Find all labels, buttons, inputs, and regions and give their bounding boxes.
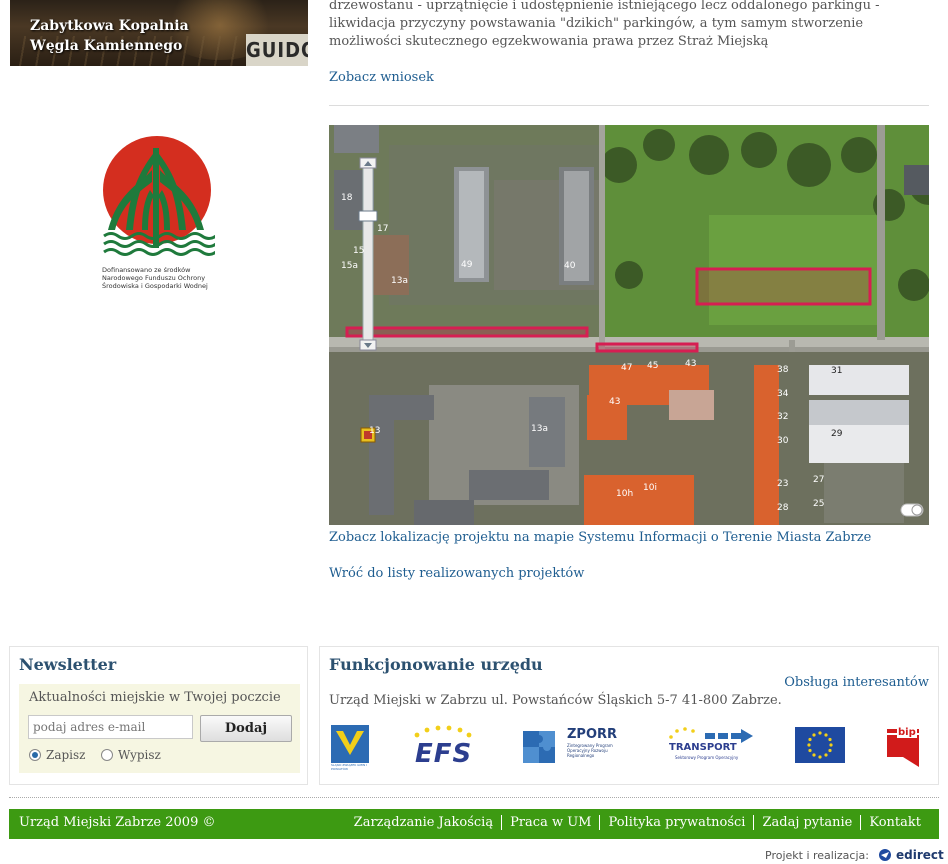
zporr-text: ZPORR [567, 727, 618, 742]
silesia-caption: ŚLĄSKI ZWIĄZEK GMIN I POWIATÓW [331, 763, 368, 771]
banner-title: Zabytkowa Kopalnia Węgla Kamiennego [30, 18, 189, 54]
transport-caption: Sektorowy Program Operacyjny [675, 755, 739, 760]
map-label: 10i [643, 483, 657, 493]
map-label: 45 [647, 361, 659, 371]
footer-menu: Zarządzanie Jakością Praca w UM Polityka… [346, 815, 929, 830]
map-label: 43 [609, 397, 621, 407]
newsletter-submit-button[interactable]: Dodaj [200, 715, 292, 742]
footer-link-contact[interactable]: Kontakt [860, 815, 929, 830]
content-divider [329, 105, 929, 106]
partner-logos: ŚLĄSKI ZWIĄZEK GMIN I POWIATÓW EFS ZPORR… [329, 725, 929, 773]
transport-logo[interactable]: TRANSPORT Sektorowy Program Operacyjny [665, 725, 757, 771]
map-label: 47 [621, 363, 633, 373]
map-label: 17 [377, 224, 389, 234]
zporr-logo[interactable]: ZPORR Zintegrowany Program Operacyjny Ro… [521, 725, 621, 771]
footer-link-ask[interactable]: Zadaj pytanie [753, 815, 860, 830]
radio-unselected-icon [101, 749, 113, 761]
newsletter-form: Aktualności miejskie w Twojej poczcie Do… [19, 684, 300, 773]
credit-label: Projekt i realizacja: [765, 848, 869, 862]
map-label: 10h [616, 489, 634, 499]
office-address: Urząd Miejski w Zabrzu ul. Powstańców Śl… [329, 693, 782, 708]
credit: Projekt i realizacja: edirect [765, 848, 944, 862]
unsubscribe-label: Wypisz [118, 748, 161, 762]
copyright: Urząd Miejski Zabrze 2009 © [19, 815, 216, 830]
back-to-projects-link[interactable]: Wróć do listy realizowanych projektów [329, 566, 584, 581]
guido-banner[interactable]: Zabytkowa Kopalnia Węgla Kamiennego GUID… [10, 0, 308, 66]
newsletter-description: Aktualności miejskie w Twojej poczcie [29, 690, 281, 705]
see-request-link[interactable]: Zobacz wniosek [329, 70, 434, 85]
map-label: 15a [341, 261, 358, 271]
map-label: 13a [391, 276, 408, 286]
map-label: 38 [777, 365, 789, 375]
zporr-caption: Zintegrowany Program Operacyjny Rozwoju … [567, 743, 613, 758]
map-label: 34 [777, 389, 789, 399]
bip-text: bip [897, 727, 917, 738]
map-label: 40 [564, 261, 576, 271]
map-label: 13a [531, 424, 548, 434]
map-label: 31 [831, 366, 843, 376]
office-box: Funkcjonowanie urzędu Obsługa interesant… [319, 646, 939, 785]
unsubscribe-radio[interactable]: Wypisz [101, 748, 161, 762]
map-label: 13 [369, 426, 381, 436]
map-label: 25 [813, 499, 825, 509]
project-map[interactable]: 18 17 15 15a 13a 49 40 47 45 43 13 38 34… [329, 125, 929, 525]
map-label: 49 [461, 260, 473, 270]
email-field[interactable] [28, 715, 193, 739]
puzzle-icon [523, 731, 555, 763]
eu-stars-icon [414, 725, 472, 738]
eu-flag-icon [807, 731, 833, 759]
map-label: 29 [831, 429, 843, 439]
map-label: 43 [685, 359, 697, 369]
bip-logo[interactable]: bip [883, 725, 921, 771]
edirect-text: edirect [895, 848, 944, 862]
silesia-logo[interactable]: ŚLĄSKI ZWIĄZEK GMIN I POWIATÓW [331, 725, 369, 771]
map-location-link[interactable]: Zobacz lokalizację projektu na mapie Sys… [329, 530, 871, 545]
subscribe-label: Zapisz [46, 748, 86, 762]
edirect-icon [878, 849, 891, 861]
transport-text: TRANSPORT [669, 742, 737, 753]
guido-logo: GUIDO [246, 34, 308, 66]
office-title: Funkcjonowanie urzędu [329, 655, 543, 674]
map-label: 32 [777, 412, 789, 422]
efs-logo[interactable]: EFS [411, 725, 475, 771]
efs-text: EFS [415, 739, 473, 769]
radio-selected-icon [29, 749, 41, 761]
map-label: 27 [813, 475, 825, 485]
aerial-map-image [329, 125, 929, 525]
nfos-emblem-icon [103, 136, 217, 256]
subscribe-radio[interactable]: Zapisz [29, 748, 86, 762]
footer-link-privacy[interactable]: Polityka prywatności [599, 815, 753, 830]
map-label: 18 [341, 193, 353, 203]
map-label: 15 [353, 246, 365, 256]
customer-service-link[interactable]: Obsługa interesantów [784, 675, 929, 690]
nfos-caption: Dofinansowano ze środków Narodowego Fund… [102, 266, 208, 290]
map-label: 30 [777, 436, 789, 446]
map-label: 28 [777, 503, 789, 513]
footer-link-jobs[interactable]: Praca w UM [501, 815, 599, 830]
edirect-logo[interactable]: edirect [877, 848, 944, 862]
footer-link-quality[interactable]: Zarządzanie Jakością [346, 815, 501, 830]
newsletter-title: Newsletter [19, 655, 117, 674]
footer-separator [9, 797, 939, 798]
project-description: drzewostanu - uprzątnięcie i udostępnien… [329, 0, 880, 49]
newsletter-box: Newsletter Aktualności miejskie w Twojej… [9, 646, 308, 785]
map-label: 23 [777, 479, 789, 489]
footer-bar: Urząd Miejski Zabrze 2009 © Zarządzanie … [9, 809, 939, 839]
eu-flag-logo[interactable] [795, 727, 845, 763]
